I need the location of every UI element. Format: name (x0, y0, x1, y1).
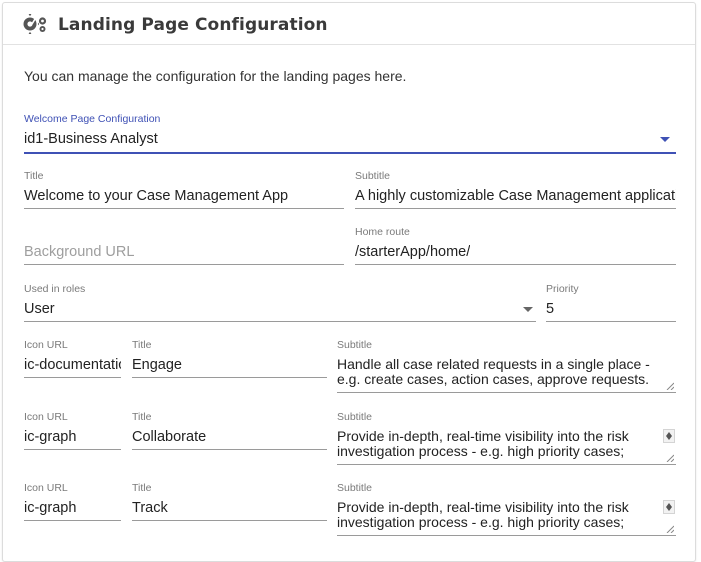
field-underline (24, 264, 344, 265)
resize-handle-icon[interactable] (666, 525, 674, 533)
field-underline (24, 449, 121, 450)
landing-page-config-card: Landing Page Configuration You can manag… (2, 2, 696, 562)
background-url-input[interactable]: Background URL (24, 244, 134, 260)
icon-url-label: Icon URL (24, 482, 68, 494)
scroll-stepper-icon[interactable] (663, 500, 675, 514)
page-title: Landing Page Configuration (58, 15, 328, 35)
icon-url-field[interactable]: Icon URL ic-graph (24, 482, 121, 522)
icon-url-input[interactable]: ic-documentation (24, 357, 121, 373)
home-route-input[interactable]: /starterApp/home/ (355, 244, 470, 260)
icon-url-field[interactable]: Icon URL ic-documentation (24, 339, 121, 379)
highlight-title-field[interactable]: Title Engage (132, 339, 327, 379)
highlight-subtitle-label: Subtitle (337, 411, 373, 423)
welcome-page-config-select[interactable]: Welcome Page Configuration id1-Business … (24, 113, 676, 155)
field-underline (355, 208, 676, 209)
priority-field[interactable]: Priority 5 (546, 283, 676, 323)
highlight-title-input[interactable]: Engage (132, 357, 182, 373)
title-field[interactable]: Title Welcome to your Case Management Ap… (24, 170, 344, 210)
subtitle-field[interactable]: Subtitle A highly customizable Case Mana… (355, 170, 676, 210)
highlight-title-input[interactable]: Collaborate (132, 429, 206, 445)
icon-url-field[interactable]: Icon URL ic-graph (24, 411, 121, 451)
card-header: Landing Page Configuration (3, 3, 695, 45)
field-underline (132, 520, 327, 521)
used-in-roles-value: User (24, 301, 55, 317)
highlight-subtitle-textarea[interactable]: Provide in-depth, real-time visibility i… (337, 429, 655, 460)
icon-url-label: Icon URL (24, 411, 68, 423)
highlight-title-label: Title (132, 339, 152, 351)
field-underline (24, 208, 344, 209)
home-route-label: Home route (355, 226, 410, 238)
highlight-subtitle-field[interactable]: Subtitle Handle all case related request… (337, 339, 676, 393)
resize-handle-icon[interactable] (666, 382, 674, 390)
chevron-down-icon[interactable] (660, 137, 670, 142)
icon-url-label: Icon URL (24, 339, 68, 351)
used-in-roles-select[interactable]: Used in roles User (24, 283, 536, 323)
highlight-title-field[interactable]: Title Collaborate (132, 411, 327, 451)
field-underline (24, 377, 121, 378)
highlight-title-label: Title (132, 411, 152, 423)
field-underline (337, 464, 676, 465)
field-underline (355, 264, 676, 265)
field-underline (132, 377, 327, 378)
background-url-field[interactable]: Background URL (24, 226, 344, 266)
title-input[interactable]: Welcome to your Case Management App (24, 188, 344, 204)
chevron-down-icon[interactable] (523, 307, 533, 312)
priority-label: Priority (546, 283, 579, 295)
highlight-subtitle-label: Subtitle (337, 482, 373, 494)
highlight-subtitle-textarea[interactable]: Provide in-depth, real-time visibility i… (337, 500, 655, 531)
highlight-subtitle-label: Subtitle (337, 339, 373, 351)
priority-input[interactable]: 5 (546, 301, 554, 317)
scroll-stepper-icon[interactable] (663, 429, 675, 443)
field-underline (24, 321, 536, 322)
gears-icon (22, 14, 47, 34)
highlight-title-field[interactable]: Title Track (132, 482, 327, 522)
icon-url-input[interactable]: ic-graph (24, 429, 121, 445)
highlight-subtitle-field[interactable]: Subtitle Provide in-depth, real-time vis… (337, 411, 676, 465)
highlight-subtitle-textarea[interactable]: Handle all case related requests in a si… (337, 357, 662, 388)
welcome-page-config-label: Welcome Page Configuration (24, 113, 161, 125)
home-route-field[interactable]: Home route /starterApp/home/ (355, 226, 676, 266)
resize-handle-icon[interactable] (666, 454, 674, 462)
subtitle-label: Subtitle (355, 170, 391, 182)
field-underline (24, 152, 676, 154)
field-underline (337, 535, 676, 536)
title-label: Title (24, 170, 44, 182)
field-underline (337, 392, 676, 393)
highlight-subtitle-field[interactable]: Subtitle Provide in-depth, real-time vis… (337, 482, 676, 536)
highlight-title-label: Title (132, 482, 152, 494)
field-underline (546, 321, 676, 322)
icon-url-input[interactable]: ic-graph (24, 500, 121, 516)
intro-text: You can manage the configuration for the… (24, 68, 407, 84)
subtitle-input[interactable]: A highly customizable Case Management ap… (355, 188, 676, 204)
field-underline (24, 520, 121, 521)
welcome-page-config-value: id1-Business Analyst (24, 131, 158, 147)
field-underline (132, 449, 327, 450)
used-in-roles-label: Used in roles (24, 283, 86, 295)
highlight-title-input[interactable]: Track (132, 500, 168, 516)
